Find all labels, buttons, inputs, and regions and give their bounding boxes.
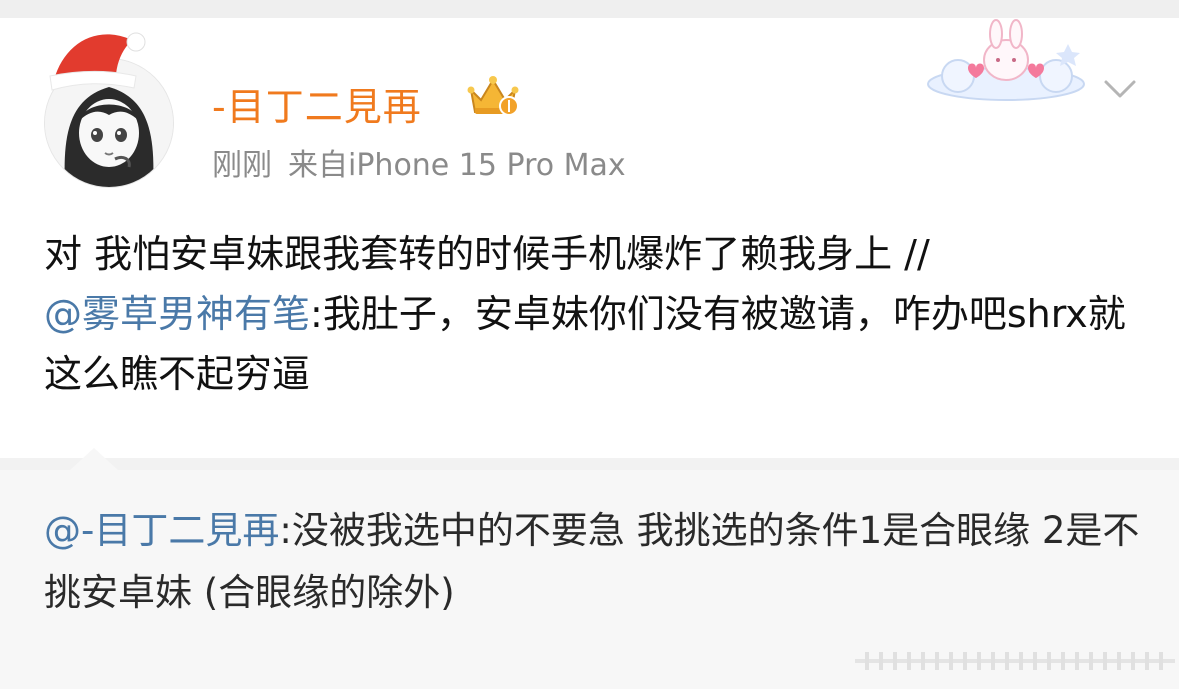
- top-strip: [0, 0, 1179, 18]
- post-body-text: 对 我怕安卓妹跟我套转的时候手机爆炸了赖我身上 //: [44, 232, 930, 276]
- crown-badge-icon[interactable]: [465, 72, 521, 120]
- repost-pointer: [70, 448, 118, 470]
- repost-body: @-目丁二見再:没被我选中的不要急 我挑选的条件1是合眼缘 2是不挑安卓妹 (合…: [44, 500, 1144, 624]
- post-meta: 刚刚 来自iPhone 15 Pro Max: [212, 140, 626, 184]
- post-body: 对 我怕安卓妹跟我套转的时候手机爆炸了赖我身上 // @雾草男神有笔:我肚子，安…: [44, 224, 1144, 404]
- watermark-strip: [855, 652, 1175, 670]
- post-source[interactable]: 来自iPhone 15 Pro Max: [288, 148, 626, 183]
- chevron-down-icon[interactable]: [1100, 74, 1140, 104]
- post-time: 刚刚: [212, 148, 272, 183]
- mention-link[interactable]: @雾草男神有笔: [44, 292, 310, 336]
- author-name[interactable]: -目丁二見再: [212, 76, 422, 131]
- repost-mention-link[interactable]: @-目丁二見再: [44, 509, 279, 552]
- bunny-cloud-sticker: [927, 19, 1085, 101]
- santa-hat-icon: [49, 32, 146, 91]
